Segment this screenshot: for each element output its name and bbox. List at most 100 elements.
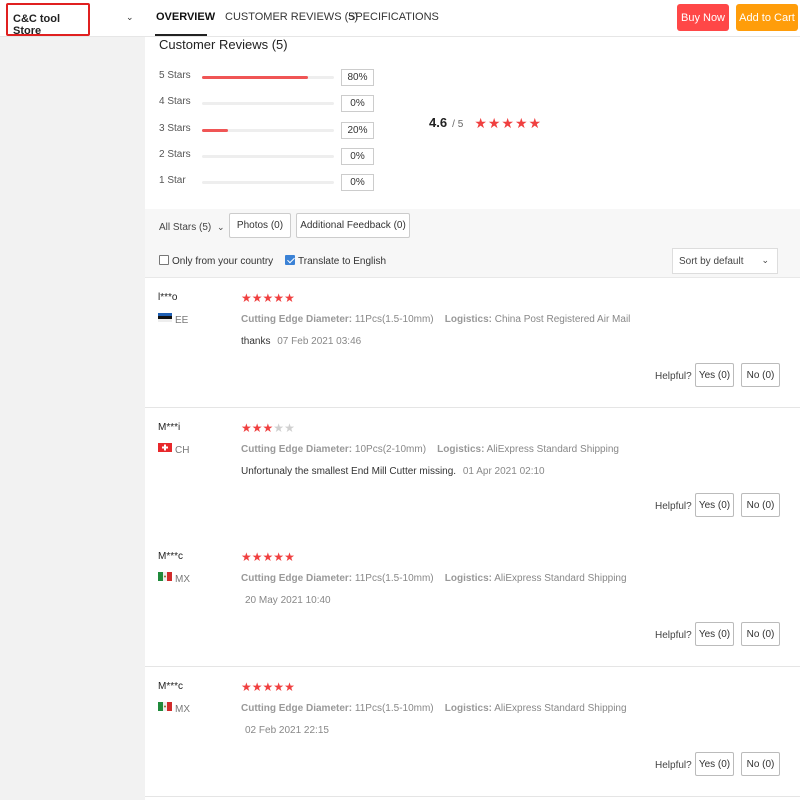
rating-row-1[interactable]: 1 Star 0%	[159, 174, 379, 192]
helpful-label: Helpful?	[655, 371, 692, 382]
helpful-yes-button[interactable]: Yes (0)	[695, 363, 734, 387]
review-body: 20 May 2021 10:40	[241, 595, 331, 606]
star-filled-icon: ★	[284, 680, 295, 694]
attr-label-logistics: Logistics:	[444, 703, 492, 714]
checkbox-icon[interactable]	[159, 255, 169, 265]
rating-row-5[interactable]: 5 Stars 80%	[159, 69, 379, 87]
star-filled-icon: ★	[262, 550, 274, 564]
tab-overview[interactable]: OVERVIEW	[156, 11, 215, 23]
only-country-checkbox[interactable]: Only from your country	[159, 255, 273, 267]
rating-percent: 0%	[341, 148, 374, 165]
tab-specifications[interactable]: SPECIFICATIONS	[348, 11, 439, 23]
rating-row-label: 4 Stars	[159, 96, 191, 107]
attr-label-diameter: Cutting Edge Diameter:	[241, 314, 353, 325]
attr-value-logistics: China Post Registered Air Mail	[494, 314, 631, 325]
reviews-section-title: Customer Reviews (5)	[159, 37, 288, 52]
attr-label-logistics: Logistics:	[444, 573, 492, 584]
flag-mexico-icon	[158, 572, 172, 581]
rating-row-label: 3 Stars	[159, 123, 191, 134]
review-item: M***c MX ★★★★★ Cutting Edge Diameter: 11…	[145, 667, 800, 797]
all-stars-dropdown[interactable]: All Stars (5) ⌄	[159, 222, 225, 233]
review-item: M***c MX ★★★★★ Cutting Edge Diameter: 11…	[145, 537, 800, 667]
reviewer-country: MX	[175, 704, 190, 715]
photos-filter-button[interactable]: Photos (0)	[229, 213, 291, 238]
rating-row-3[interactable]: 3 Stars 20%	[159, 122, 379, 140]
star-filled-icon: ★	[251, 291, 263, 305]
checkbox-checked-icon[interactable]	[285, 255, 295, 265]
attr-value-diameter: 11Pcs(1.5-10mm)	[354, 703, 434, 714]
rating-bar-fill	[202, 76, 308, 79]
top-nav-bar: C&C tool Store ⌄ OVERVIEW CUSTOMER REVIE…	[0, 0, 800, 37]
attr-label-diameter: Cutting Edge Diameter:	[241, 573, 353, 584]
rating-row-4[interactable]: 4 Stars 0%	[159, 95, 379, 113]
rating-bar-track	[202, 155, 334, 158]
star-empty-icon: ★	[284, 421, 295, 435]
rating-percent: 80%	[341, 69, 374, 86]
flag-switzerland-icon	[158, 443, 172, 452]
review-attributes: Cutting Edge Diameter: 11Pcs(1.5-10mm) L…	[241, 314, 630, 325]
helpful-label: Helpful?	[655, 630, 692, 641]
buy-now-button[interactable]: Buy Now	[677, 4, 729, 31]
star-filled-icon: ★	[251, 680, 263, 694]
helpful-no-button[interactable]: No (0)	[741, 622, 780, 646]
star-filled-icon: ★	[273, 291, 285, 305]
flag-estonia-icon	[158, 313, 172, 322]
chevron-down-icon[interactable]: ⌄	[126, 12, 134, 23]
star-filled-icon: ★	[241, 421, 252, 435]
helpful-yes-button[interactable]: Yes (0)	[695, 622, 734, 646]
average-stars-icon: ★★★★★	[474, 115, 543, 131]
review-body: thanks 07 Feb 2021 03:46	[241, 336, 361, 347]
tab-customer-reviews[interactable]: CUSTOMER REVIEWS (5)	[225, 11, 358, 23]
active-tab-underline	[155, 34, 207, 36]
add-to-cart-button[interactable]: Add to Cart	[736, 4, 798, 31]
rating-row-label: 5 Stars	[159, 70, 191, 81]
rating-summary: Customer Reviews (5) 5 Stars 80% 4 Stars…	[145, 37, 800, 209]
helpful-label: Helpful?	[655, 501, 692, 512]
attr-value-diameter: 11Pcs(1.5-10mm)	[354, 573, 434, 584]
helpful-no-button[interactable]: No (0)	[741, 363, 780, 387]
review-date: 20 May 2021 10:40	[245, 595, 331, 606]
star-filled-icon: ★	[241, 291, 252, 305]
review-date: 01 Apr 2021 02:10	[462, 466, 545, 477]
review-item: l***o EE ★★★★★ Cutting Edge Diameter: 11…	[145, 278, 800, 408]
helpful-no-button[interactable]: No (0)	[741, 752, 780, 776]
review-date: 07 Feb 2021 03:46	[277, 336, 362, 347]
rating-row-label: 1 Star	[159, 175, 186, 186]
store-name: C&C tool Store	[13, 13, 61, 37]
rating-percent: 20%	[341, 122, 374, 139]
helpful-no-button[interactable]: No (0)	[741, 493, 780, 517]
rating-row-2[interactable]: 2 Stars 0%	[159, 148, 379, 166]
review-attributes: Cutting Edge Diameter: 11Pcs(1.5-10mm) L…	[241, 573, 627, 584]
reviewer-name: l***o	[158, 292, 178, 303]
only-country-label: Only from your country	[172, 256, 274, 267]
translate-checkbox[interactable]: Translate to English	[285, 255, 386, 267]
rating-bar-track	[202, 181, 334, 184]
reviewer-name: M***i	[158, 422, 181, 433]
rating-bar-track	[202, 102, 334, 105]
star-filled-icon: ★	[241, 550, 252, 564]
review-stars: ★★★★★	[241, 680, 295, 694]
store-name-link[interactable]: C&C tool Store	[6, 3, 90, 37]
average-score: 4.6	[429, 115, 448, 130]
additional-feedback-button[interactable]: Additional Feedback (0)	[296, 213, 410, 238]
rating-bar-track	[202, 76, 334, 79]
rating-row-label: 2 Stars	[159, 149, 191, 160]
review-date: 02 Feb 2021 22:15	[245, 725, 329, 736]
helpful-yes-button[interactable]: Yes (0)	[695, 493, 734, 517]
rating-bar-fill	[202, 129, 229, 132]
review-stars: ★★★★★	[241, 421, 295, 435]
helpful-yes-button[interactable]: Yes (0)	[695, 752, 734, 776]
review-stars: ★★★★★	[241, 550, 295, 564]
star-filled-icon: ★	[284, 291, 295, 305]
attr-label-diameter: Cutting Edge Diameter:	[241, 444, 353, 455]
star-filled-icon: ★	[273, 680, 285, 694]
review-attributes: Cutting Edge Diameter: 11Pcs(1.5-10mm) L…	[241, 703, 627, 714]
star-filled-icon: ★	[251, 550, 263, 564]
star-filled-icon: ★	[262, 421, 274, 435]
attr-value-logistics: AliExpress Standard Shipping	[494, 573, 627, 584]
star-empty-icon: ★	[273, 421, 285, 435]
sort-label: Sort by default	[679, 256, 744, 267]
attr-label-logistics: Logistics:	[437, 444, 485, 455]
review-text: Unfortunaly the smallest End Mill Cutter…	[241, 466, 457, 477]
sort-dropdown[interactable]: Sort by default ⌄	[672, 248, 778, 274]
